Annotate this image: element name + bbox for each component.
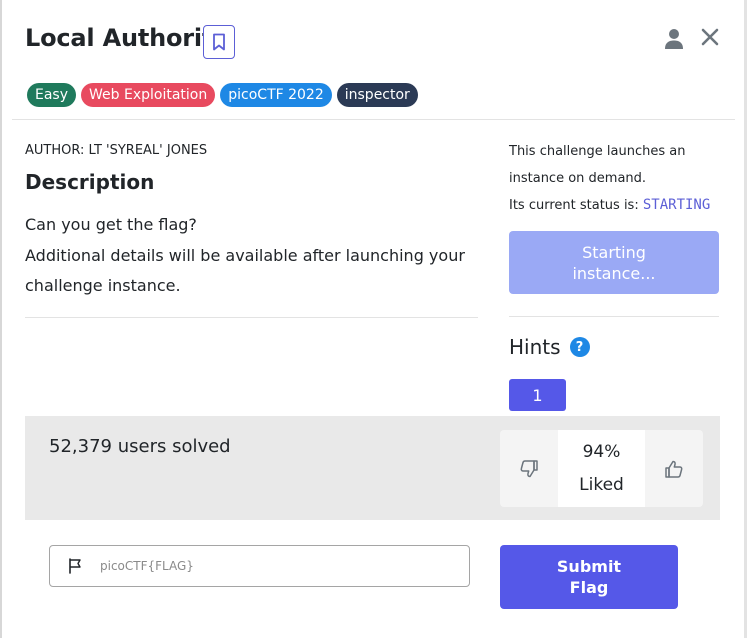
description-heading: Description xyxy=(25,170,155,194)
instance-info: This challenge launches an instance on d… xyxy=(509,139,719,220)
hints-label: Hints xyxy=(509,335,561,359)
tag-category: Web Exploitation xyxy=(81,83,216,107)
thumbs-up-icon xyxy=(665,460,683,478)
tag-list: Easy Web Exploitation picoCTF 2022 inspe… xyxy=(27,83,418,107)
left-edge xyxy=(0,0,2,638)
tag-event: picoCTF 2022 xyxy=(220,83,332,107)
starting-instance-label: Starting instance... xyxy=(572,242,656,283)
hints-heading: Hints ? xyxy=(509,335,590,359)
tag-topic: inspector xyxy=(336,83,418,107)
description-text: Can you get the flag? Additional details… xyxy=(25,210,475,302)
liked-summary: 94% Liked xyxy=(558,430,645,507)
bookmark-button[interactable] xyxy=(203,25,235,59)
instance-status-label: Its current status is: xyxy=(509,198,639,213)
description-line: Additional details will be available aft… xyxy=(25,245,465,296)
bookmark-icon xyxy=(213,33,225,51)
users-solved-count: 52,379 users solved xyxy=(49,436,231,457)
starting-instance-button[interactable]: Starting instance... xyxy=(509,231,719,294)
challenge-title: Local Authority xyxy=(25,24,229,52)
description-line: Can you get the flag? xyxy=(25,215,197,234)
instance-divider xyxy=(509,316,719,317)
flag-input[interactable] xyxy=(100,559,400,573)
user-icon[interactable] xyxy=(664,28,684,50)
liked-label: Liked xyxy=(579,474,624,495)
hint-button-1[interactable]: 1 xyxy=(509,379,566,411)
question-circle-icon[interactable]: ? xyxy=(569,337,590,357)
flag-icon xyxy=(69,558,81,574)
like-button[interactable] xyxy=(645,430,703,507)
description-divider xyxy=(25,317,478,318)
submit-flag-label: Submit Flag xyxy=(556,557,622,597)
thumbs-down-icon xyxy=(520,459,538,477)
submit-flag-button[interactable]: Submit Flag xyxy=(500,545,678,609)
instance-status-value: STARTING xyxy=(642,197,711,213)
instance-launch-text: This challenge launches an instance on d… xyxy=(509,144,686,186)
liked-percent: 94% xyxy=(582,441,621,462)
instance-status-line: Its current status is: STARTING xyxy=(509,192,719,220)
header-divider xyxy=(12,119,735,120)
author-label: AUTHOR: LT 'SYREAL' JONES xyxy=(25,143,208,158)
flag-input-field[interactable] xyxy=(49,545,470,587)
tag-difficulty: Easy xyxy=(27,83,77,107)
close-icon[interactable] xyxy=(700,26,720,48)
rating-widget: 94% Liked xyxy=(500,430,703,507)
dislike-button[interactable] xyxy=(500,430,558,507)
